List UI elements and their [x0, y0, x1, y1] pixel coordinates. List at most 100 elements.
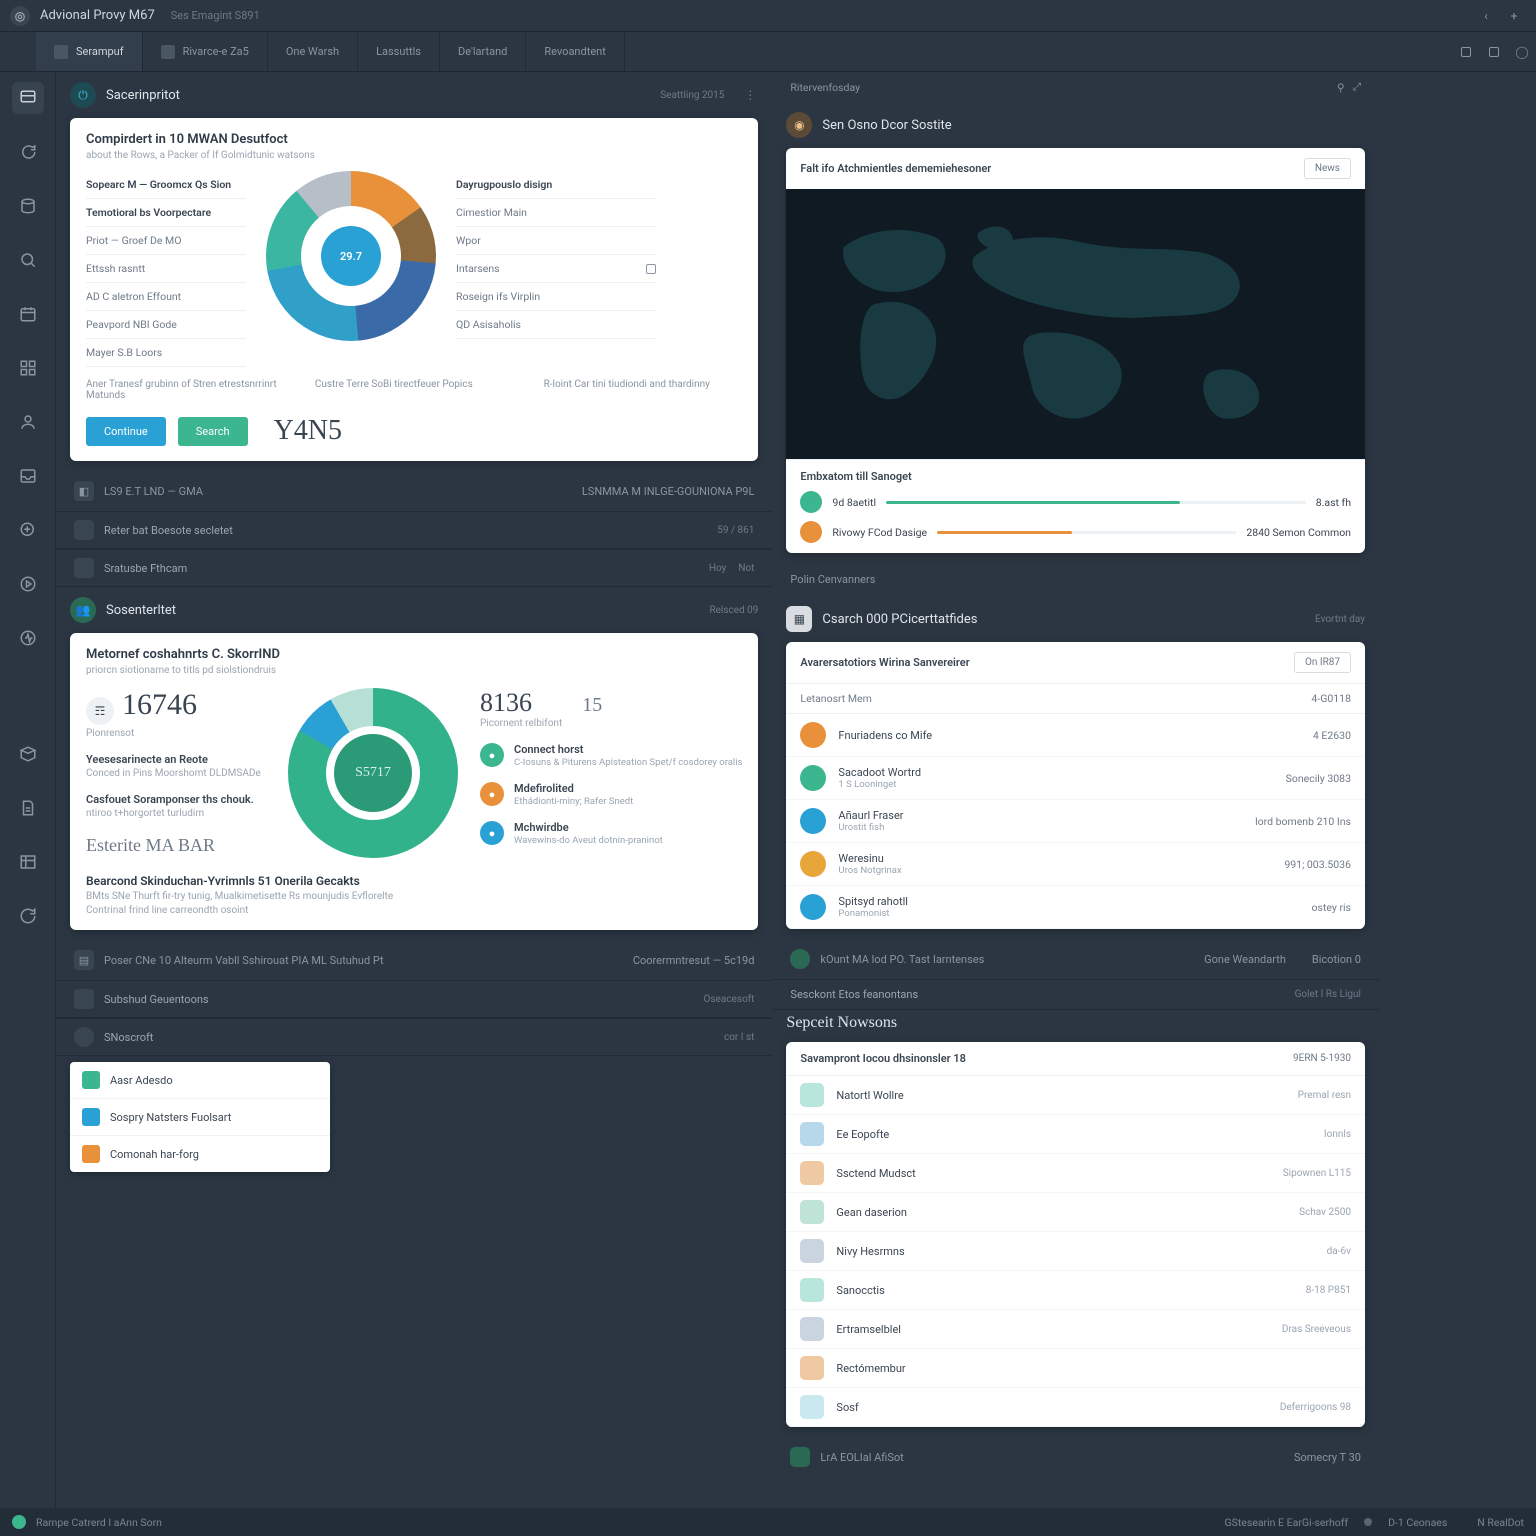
section-bar-a[interactable]: Reter bat Boesote secletet 59 / 861 [56, 511, 772, 549]
rail-activity-icon[interactable] [12, 622, 44, 654]
dot-icon: ● [480, 743, 504, 767]
news-item[interactable]: SosfDeferrigoons 98 [786, 1388, 1365, 1427]
list-item[interactable]: Peavpord NBI Gode [86, 311, 246, 339]
list-card-title: Avarersatotiors Wirina Sanvereirer [800, 656, 1294, 669]
list-item[interactable]: Ettssh rasntt [86, 255, 246, 283]
rail-dashboard-icon[interactable] [12, 82, 44, 114]
mini-item[interactable]: Comonah har-forg [70, 1136, 330, 1172]
section-bar-d[interactable]: SNoscroft cor I st [56, 1018, 772, 1056]
list-col-header: 4-G0118 [1311, 692, 1351, 705]
news-title: Sepceit Nowsons [786, 1014, 897, 1032]
rail-search-icon[interactable] [12, 244, 44, 276]
news-item[interactable]: Rectómembur [786, 1349, 1365, 1388]
tab-3[interactable]: Lassuttls [358, 32, 440, 71]
avatar-icon [800, 765, 826, 791]
news-item[interactable]: Natortl WollrePremal resn [786, 1076, 1365, 1115]
list-item[interactable]: WeresinuUros Notgrinax991; 003.5036 [786, 843, 1365, 886]
list-item[interactable]: Sacadoot Wortrd1 S LooningetSonecily 308… [786, 757, 1365, 800]
donut1-center: 29.7 [321, 226, 381, 286]
list-item: Sopearc M — Groomcx Qs Sion [86, 171, 246, 199]
rail-document-icon[interactable] [12, 792, 44, 824]
checkbox-icon[interactable] [646, 264, 656, 274]
rail-table-icon[interactable] [12, 846, 44, 878]
mini-item[interactable]: Sospry Natsters Fuolsart [70, 1099, 330, 1136]
sep-dot-icon [1364, 1518, 1372, 1526]
panel2-foot-h: Bearcond Skinduchan-Yvrimnls 51 Onerila … [86, 874, 742, 888]
panel2-card-sub: priorcn siotioname to titls pd siolstion… [86, 665, 742, 676]
tab-4[interactable]: De'lartand [440, 32, 526, 71]
tile-icon [800, 1317, 824, 1341]
panel1-bignum: Y4N5 [274, 415, 342, 447]
news-tag: 9ERN 5-1930 [1293, 1053, 1351, 1064]
panel2-header: 👥 Sosenterltet Relsced 09 [56, 587, 772, 633]
rail-play-icon[interactable] [12, 568, 44, 600]
panel2-meta: Relsced 09 [709, 605, 758, 616]
donut2-center: S5717 [326, 726, 420, 820]
rail-zoom-icon[interactable] [12, 514, 44, 546]
avatar-icon [800, 808, 826, 834]
list-item[interactable]: Mayer S.B Loors [86, 339, 246, 367]
tab-1[interactable]: Rivarce-e Za5 [143, 32, 268, 71]
caption: Custre Terre SoBi tirectfeuer Popics [315, 379, 514, 401]
news-card-title: Savampront Iocou dhsinonsler 18 [800, 1052, 1293, 1065]
document-icon: ▦ [786, 606, 812, 632]
rail-refresh-icon[interactable] [12, 900, 44, 932]
rail-database-icon[interactable] [12, 190, 44, 222]
map-tag-button[interactable]: News [1304, 158, 1351, 179]
list-item[interactable]: Priot — Groef De MO [86, 227, 246, 255]
search-button[interactable]: Search [178, 417, 248, 446]
tab-icon [161, 45, 175, 59]
news-header: Sepceit Nowsons [772, 1010, 1379, 1042]
dot-icon: ● [480, 821, 504, 845]
news-item[interactable]: Ee EopofteIonnls [786, 1115, 1365, 1154]
expand-icon[interactable]: ⤢ [1353, 80, 1361, 94]
map-metric-row: Rivowy FCod Dasige 2840 Semon Common [800, 521, 1351, 543]
status-dot-icon [800, 491, 822, 513]
list-item[interactable]: Spitsyd rahotllPonamonistostey ris [786, 886, 1365, 929]
panel1-card: Compirdert in 10 MWAN Desutfoct about th… [70, 118, 758, 461]
rail-user-icon[interactable] [12, 406, 44, 438]
tabstrip-ctl-c[interactable]: ◯ [1508, 32, 1536, 71]
rail-box-icon[interactable] [12, 738, 44, 770]
rail-chat-icon[interactable] [12, 136, 44, 168]
tabstrip-ctl-b[interactable] [1480, 32, 1508, 71]
avatar-icon [800, 851, 826, 877]
news-item[interactable]: Sanocctis8-18 P851 [786, 1271, 1365, 1310]
continue-button[interactable]: Continue [86, 417, 166, 446]
status-meta: GStesearin E EarGi-serhoff [1224, 1516, 1348, 1529]
tab-0[interactable]: Serampuf [36, 32, 143, 71]
news-item[interactable]: Ssctend MudsctSipownen L115 [786, 1154, 1365, 1193]
panel1-card-title: Compirdert in 10 MWAN Desutfoct [86, 132, 742, 147]
cust-section-bar[interactable]: Sesckont Etos feanontans Golet I Rs Ligu… [772, 979, 1379, 1010]
list-item[interactable]: Fnuriadens co Mife4 E2630 [786, 714, 1365, 757]
section-bar-c[interactable]: Subshud Geuentoons Oseacesoft [56, 980, 772, 1018]
news-item[interactable]: Gean daserionSchav 2500 [786, 1193, 1365, 1232]
mini-menu: Aasr Adesdo Sospry Natsters Fuolsart Com… [70, 1062, 330, 1172]
add-icon[interactable]: + [1502, 4, 1526, 28]
list-tag[interactable]: On IR87 [1294, 652, 1351, 673]
list-title: Csarch 000 PCicerttatfides [822, 612, 977, 627]
rail-inbox-icon[interactable] [12, 460, 44, 492]
tabstrip-ctl-a[interactable] [1452, 32, 1480, 71]
mini-item[interactable]: Aasr Adesdo [70, 1062, 330, 1099]
rail-grid-icon[interactable] [12, 352, 44, 384]
tab-2[interactable]: One Warsh [268, 32, 358, 71]
world-map[interactable] [786, 189, 1365, 459]
list-item[interactable]: AD C aletron Effount [86, 283, 246, 311]
map-metric-row: 9d 8aetitl 8.ast fh [800, 491, 1351, 513]
globe-icon: ◉ [786, 112, 812, 138]
minimize-icon[interactable]: ‹ [1474, 4, 1498, 28]
titlebar: ◎ Advional Provy M67 Ses Emagint S891 ‹ … [0, 0, 1536, 32]
list-item[interactable]: Añaurl FraserUrostit fishlord bomenb 210… [786, 800, 1365, 843]
rail-calendar-icon[interactable] [12, 298, 44, 330]
map-header: ◉ Sen Osno Dcor Sostite [772, 102, 1379, 148]
pin-icon[interactable]: ⚲ [1337, 81, 1345, 94]
tile-icon [800, 1356, 824, 1380]
more-icon[interactable]: ⋮ [744, 88, 758, 102]
news-item[interactable]: ErtramselblelDras Sreeveous [786, 1310, 1365, 1349]
cloud-small-icon [82, 1108, 100, 1126]
section-bar-b[interactable]: Sratusbe Fthcam Hoy Not [56, 549, 772, 587]
tab-5[interactable]: Revoandtent [526, 32, 624, 71]
panel1-header: ⏻ Sacerinpritot Seattling 2015 ⋮ [56, 72, 772, 118]
news-item[interactable]: Nivy Hesrmnsda-6v [786, 1232, 1365, 1271]
